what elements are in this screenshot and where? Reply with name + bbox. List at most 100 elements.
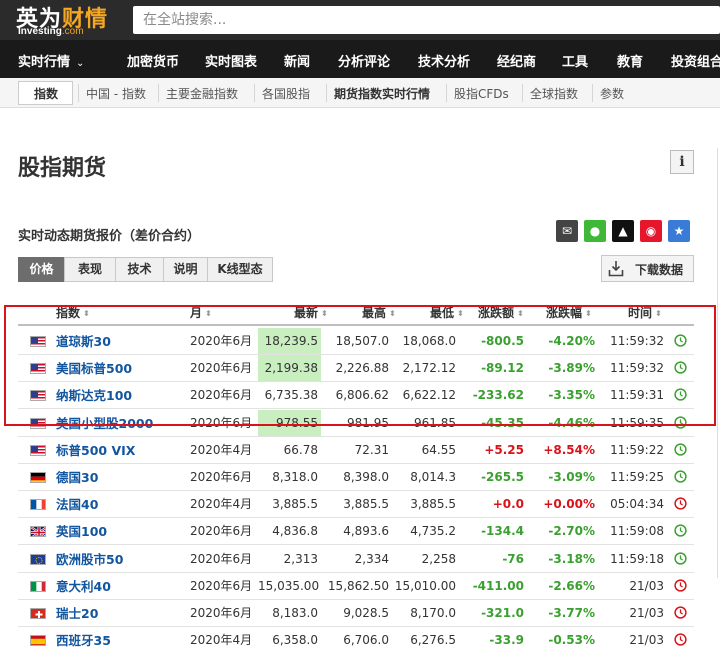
flag-it-icon	[30, 580, 46, 592]
cell-high: 6,706.0	[343, 633, 389, 648]
cell-last: 3,885.5	[272, 497, 318, 512]
main-nav-item[interactable]: 新闻	[284, 51, 310, 70]
cell-name[interactable]: 标普500 VIX	[56, 437, 186, 463]
cell-low: 8,014.3	[410, 470, 456, 484]
sub-nav-item[interactable]: 各国股指	[262, 85, 310, 102]
wechat-icon[interactable]: ●	[584, 220, 606, 242]
cell-name[interactable]: 德国30	[56, 464, 186, 490]
table-row[interactable]: 意大利40 2020年6月 15,035.00 15,862.50 15,010.00 -…	[18, 573, 694, 600]
sub-nav-item[interactable]: 全球指数	[530, 85, 578, 102]
cell-time: 21/03	[629, 633, 664, 648]
sub-nav-separator	[592, 84, 593, 102]
cell-pct: +0.00%	[543, 497, 595, 512]
main-nav-item[interactable]: 教育	[617, 51, 643, 70]
cell-low: 15,010.00	[394, 578, 456, 593]
qq-icon[interactable]: ▲	[612, 220, 634, 242]
main-nav-item[interactable]: 实时图表	[205, 51, 257, 70]
top-header: 英为财情 Investing.com	[0, 0, 720, 40]
cell-month: 2020年6月	[190, 578, 253, 593]
right-divider	[717, 148, 718, 578]
sub-nav-item[interactable]: 中国 - 指数	[86, 85, 146, 102]
cell-name[interactable]: 欧洲股市50	[56, 546, 186, 572]
main-nav-item[interactable]: 技术分析	[418, 51, 470, 70]
sub-nav-item[interactable]: 期货指数实时行情	[334, 85, 430, 102]
table-row[interactable]: 法国40 2020年4月 3,885.5 3,885.5 3,885.5 +0.0 +0.0…	[18, 491, 694, 519]
cell-low: 8,170.0	[410, 606, 456, 620]
cell-low: 4,735.2	[410, 524, 456, 539]
table-row[interactable]: 标普500 VIX 2020年4月 66.78 72.31 64.55 +5.25 +8.5…	[18, 437, 694, 464]
cell-month: 2020年6月	[190, 551, 253, 566]
email-icon[interactable]: ✉	[556, 220, 578, 242]
flag-eu-icon	[30, 553, 46, 565]
main-nav-label: 教育	[617, 55, 644, 70]
table-row[interactable]: 瑞士20 2020年6月 8,183.0 9,028.5 8,170.0 -321.0 -3…	[18, 600, 694, 627]
cell-last: 4,836.8	[272, 524, 318, 539]
sub-nav-separator	[446, 84, 447, 102]
tab-1[interactable]: 表现	[64, 257, 116, 282]
download-icon	[608, 261, 624, 277]
cell-month: 2020年6月	[190, 470, 253, 484]
sub-nav-separator	[522, 84, 523, 102]
flag-ch-icon	[30, 608, 46, 619]
cell-name[interactable]: 瑞士20	[56, 600, 186, 626]
main-nav-item[interactable]: 经纪商	[497, 51, 536, 70]
flag-fr-icon	[30, 499, 46, 511]
clock-icon	[674, 443, 687, 456]
cell-last: 66.78	[283, 442, 318, 457]
table-row[interactable]: 英国100 2020年6月 4,836.8 4,893.6 4,735.2 -134.4 -…	[18, 518, 694, 546]
tab-3[interactable]: 说明	[163, 257, 208, 282]
tab-4[interactable]: K线型态	[207, 257, 273, 282]
site-logo[interactable]: 英为财情 Investing.com	[16, 1, 124, 39]
tab-2[interactable]: 技术	[115, 257, 164, 282]
logo-en-suffix: .com	[61, 26, 84, 37]
table-row[interactable]: 西班牙35 2020年4月 6,358.0 6,706.0 6,276.5 -33.9 -0…	[18, 627, 694, 652]
search-input[interactable]	[133, 6, 720, 34]
clock-icon	[674, 633, 687, 646]
cell-pct: -3.18%	[548, 551, 595, 566]
sub-nav-item[interactable]: 股指CFDs	[454, 85, 509, 102]
main-nav: 实时行情 ⌄ 加密货币 实时图表 新闻 分析评论 技术分析 经纪商 工具 教育 投资组合	[0, 40, 720, 78]
weibo-icon[interactable]: ◉	[640, 220, 662, 242]
download-data-button[interactable]: 下载数据	[601, 255, 694, 282]
cell-time: 11:59:22	[610, 442, 664, 457]
cell-pct: -2.70%	[548, 524, 595, 539]
sub-nav-item[interactable]: 指数	[34, 85, 58, 102]
main-nav-label: 新闻	[284, 55, 311, 70]
cell-low: 2,258	[421, 551, 456, 566]
main-nav-item[interactable]: 加密货币	[127, 51, 179, 70]
main-nav-item[interactable]: 实时行情 ⌄	[18, 51, 84, 70]
cell-high: 4,893.6	[343, 524, 389, 539]
main-nav-item[interactable]: 工具	[562, 51, 588, 70]
main-nav-label: 实时行情	[18, 55, 71, 70]
cell-name[interactable]: 英国100	[56, 518, 186, 544]
cell-time: 11:59:08	[610, 524, 664, 539]
cell-pct: -0.53%	[548, 633, 595, 648]
cell-last: 8,183.0	[272, 606, 318, 620]
sub-nav-item[interactable]: 参数	[600, 85, 624, 102]
cell-last: 2,313	[283, 551, 318, 566]
cell-name[interactable]: 西班牙35	[56, 627, 186, 652]
cell-month: 2020年4月	[190, 633, 253, 648]
cell-month: 2020年4月	[190, 442, 253, 457]
sub-nav-separator	[326, 84, 327, 102]
table-row[interactable]: 欧洲股市50 2020年6月 2,313 2,334 2,258 -76 -3.18% 11:…	[18, 546, 694, 573]
main-nav-item[interactable]: 投资组合	[671, 51, 720, 70]
tab-0[interactable]: 价格	[18, 257, 65, 282]
info-button[interactable]: i	[670, 150, 694, 174]
cell-name[interactable]: 法国40	[56, 491, 186, 517]
cell-name[interactable]: 意大利40	[56, 573, 186, 599]
cell-last: 15,035.00	[258, 578, 320, 593]
flag-de-icon	[30, 472, 46, 483]
favorite-icon[interactable]: ★	[668, 220, 690, 242]
main-nav-item[interactable]: 分析评论	[338, 51, 390, 70]
cell-low: 64.55	[421, 442, 456, 457]
clock-icon	[674, 524, 687, 538]
highlight-box	[4, 305, 716, 426]
sub-nav-item[interactable]: 主要金融指数	[166, 85, 238, 102]
section-title: 实时动态期货报价（差价合约）	[18, 229, 201, 244]
page-title: 股指期货	[18, 156, 107, 181]
cell-time: 11:59:25	[610, 470, 664, 484]
flag-gb-icon	[30, 526, 46, 538]
table-row[interactable]: 德国30 2020年6月 8,318.0 8,398.0 8,014.3 -265.5 -3…	[18, 464, 694, 491]
clock-icon	[674, 551, 687, 565]
